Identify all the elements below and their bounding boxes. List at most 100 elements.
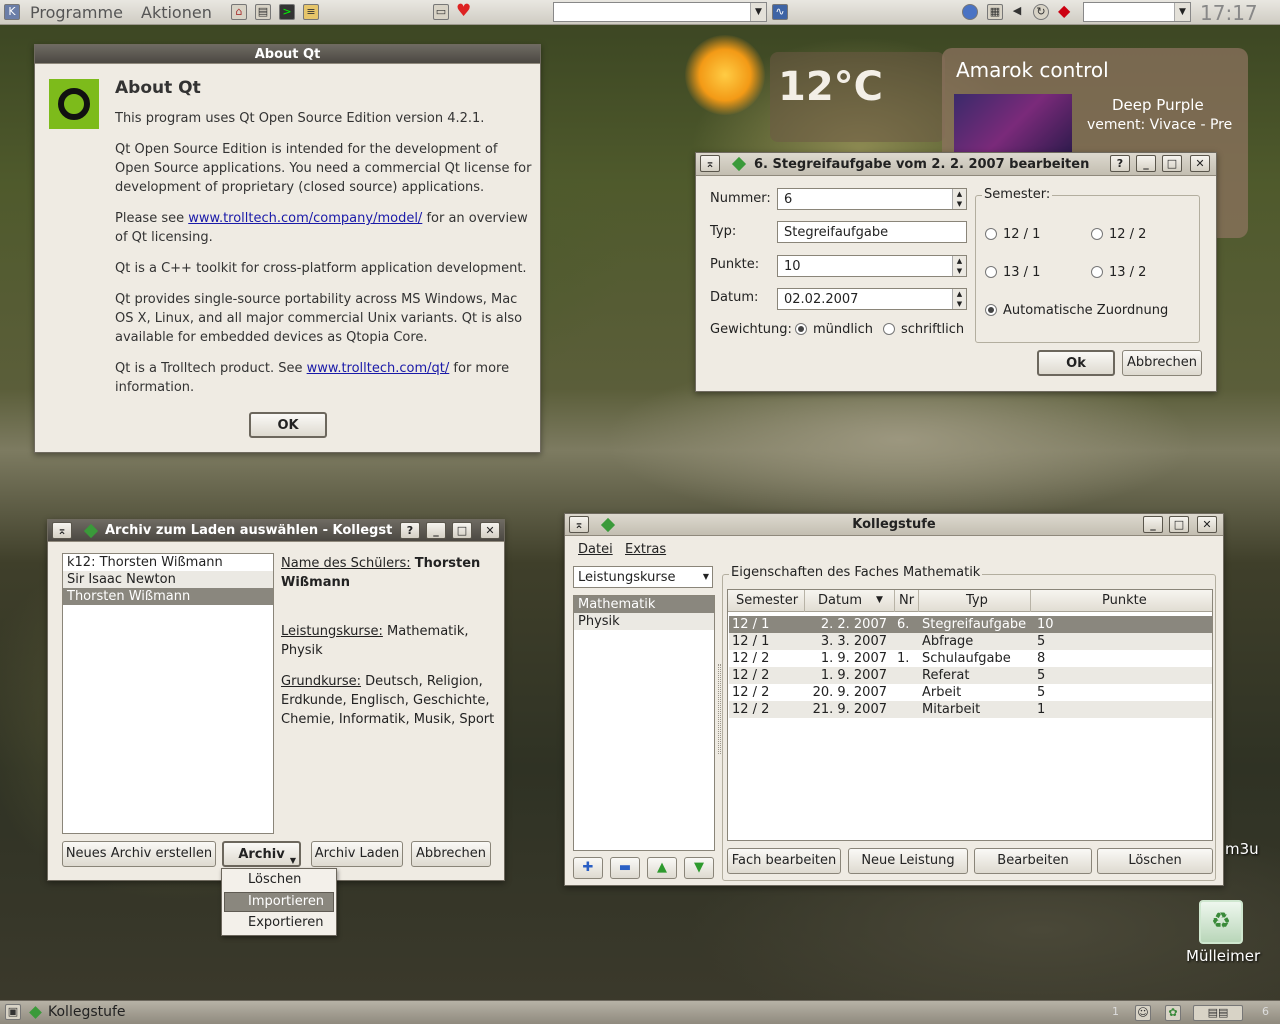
table-row[interactable]: 12 / 2 1. 9. 2007 1. Schulaufgabe 8 <box>729 650 1212 667</box>
clock[interactable]: 17:17 <box>1200 1 1258 25</box>
trash-label[interactable]: Mülleimer <box>1186 947 1260 965</box>
maximize-icon[interactable]: □ <box>452 522 472 539</box>
menu-item-importieren[interactable]: Importieren <box>248 894 324 909</box>
maximize-icon[interactable]: □ <box>1162 155 1182 172</box>
cancel-button[interactable]: Abbrechen <box>1122 350 1202 376</box>
delete-grade-button[interactable]: Löschen <box>1097 848 1213 874</box>
notes-icon[interactable]: ≡ <box>303 4 319 20</box>
col-datum[interactable]: Datum <box>818 593 862 608</box>
qt-link[interactable]: www.trolltech.com/qt/ <box>307 361 450 376</box>
close-icon[interactable]: ✕ <box>1197 516 1217 533</box>
ok-button[interactable]: OK <box>249 412 327 438</box>
move-up-button[interactable]: ▲ <box>647 857 677 879</box>
help-icon[interactable]: ? <box>400 522 420 539</box>
floppy-icon[interactable]: ▭ <box>433 4 449 20</box>
pin-icon[interactable]: ⌅ <box>52 522 72 539</box>
new-archive-button[interactable]: Neues Archiv erstellen <box>62 841 216 867</box>
pager-1[interactable]: 1 <box>1112 1005 1119 1018</box>
minimize-icon[interactable]: _ <box>1136 155 1156 172</box>
list-item[interactable]: k12: Thorsten Wißmann <box>63 554 273 571</box>
kmenu-icon[interactable]: K <box>4 4 20 20</box>
menu-datei[interactable]: Datei <box>578 542 613 557</box>
spin-arrows-icon[interactable]: ▲ ▼ <box>952 289 966 309</box>
clapper-icon[interactable]: ▤ <box>255 4 271 20</box>
minimize-icon[interactable]: _ <box>1143 516 1163 533</box>
edit-grade-button[interactable]: Bearbeiten <box>974 848 1092 874</box>
kollegstufe-titlebar[interactable]: ⌅ Kollegstufe _ □ ✕ <box>565 514 1223 536</box>
kopete-tray-icon[interactable]: ☺ <box>1135 1005 1151 1021</box>
pager-6[interactable]: 6 <box>1262 1005 1269 1018</box>
splitter-handle[interactable] <box>718 664 721 754</box>
cancel-button[interactable]: Abbrechen <box>411 841 491 867</box>
close-icon[interactable]: ✕ <box>480 522 500 539</box>
nummer-spinbox[interactable]: 6 ▲ ▼ <box>777 188 967 210</box>
new-grade-button[interactable]: Neue Leistung <box>848 848 968 874</box>
list-item[interactable]: Thorsten Wißmann <box>63 588 273 605</box>
table-row[interactable]: 12 / 1 3. 3. 2007 Abfrage 5 <box>729 633 1212 650</box>
about-qt-titlebar[interactable]: About Qt <box>35 45 540 64</box>
add-subject-button[interactable]: ✚ <box>573 857 603 879</box>
col-typ[interactable]: Typ <box>966 593 988 608</box>
radio-sem-122[interactable]: 12 / 2 <box>1091 227 1146 242</box>
menu-aktionen[interactable]: Aktionen <box>141 3 212 22</box>
network-icon[interactable]: ↻ <box>1033 4 1049 20</box>
spin-arrows-icon[interactable]: ▲ ▼ <box>952 189 966 209</box>
clipboard-icon[interactable]: ▦ <box>987 4 1003 20</box>
radio-sem-121[interactable]: 12 / 1 <box>985 227 1040 242</box>
subject-list[interactable]: Mathematik Physik <box>573 595 715 851</box>
edit-subject-button[interactable]: Fach bearbeiten <box>727 848 841 874</box>
kopete-icon[interactable] <box>962 4 978 20</box>
trash-icon[interactable]: ♻ <box>1199 900 1243 944</box>
punkte-spinbox[interactable]: 10 ▲ ▼ <box>777 255 967 277</box>
ruby-icon[interactable]: ◆ <box>1058 1 1070 20</box>
list-item[interactable]: Mathematik <box>574 596 714 613</box>
grades-table[interactable]: Semester Datum ▼ Nr Typ Punkte 12 / 1 2. … <box>727 589 1213 841</box>
edit-dialog-titlebar[interactable]: ⌅ 6. Stegreifaufgabe vom 2. 2. 2007 bear… <box>696 153 1216 176</box>
pager-icon[interactable]: ▤▤ <box>1193 1005 1243 1021</box>
move-down-button[interactable]: ▼ <box>684 857 714 879</box>
list-item[interactable]: Physik <box>574 613 714 630</box>
home-icon[interactable]: ⌂ <box>231 4 247 20</box>
col-punkte[interactable]: Punkte <box>1102 593 1147 608</box>
table-row[interactable]: 12 / 2 21. 9. 2007 Mitarbeit 1 <box>729 701 1212 718</box>
table-row[interactable]: 12 / 2 1. 9. 2007 Referat 5 <box>729 667 1212 684</box>
panel-combo-left[interactable]: ▼ <box>553 2 767 22</box>
desktop-m3u-label[interactable]: m3u <box>1225 840 1259 858</box>
archive-list[interactable]: k12: Thorsten Wißmann Sir Isaac Newton T… <box>62 553 274 834</box>
course-type-combo[interactable]: Leistungskurse ▼ <box>573 566 713 588</box>
close-icon[interactable]: ✕ <box>1190 155 1210 172</box>
volume-icon[interactable]: ◀ <box>1009 4 1025 20</box>
datum-field[interactable]: 02.02.2007 ▲ ▼ <box>777 288 967 310</box>
menu-programme[interactable]: Programme <box>30 3 123 22</box>
archive-titlebar[interactable]: ⌅ Archiv zum Laden auswählen - Kollegst … <box>48 520 504 542</box>
radio-auto[interactable]: Automatische Zuordnung <box>985 303 1168 318</box>
tray-app-icon[interactable]: ✿ <box>1165 1005 1181 1021</box>
pin-icon[interactable]: ⌅ <box>700 155 720 172</box>
ok-button[interactable]: Ok <box>1037 350 1115 376</box>
table-row[interactable]: 12 / 1 2. 2. 2007 6. Stegreifaufgabe 10 <box>729 616 1212 633</box>
menu-item-loeschen[interactable]: Löschen <box>248 872 301 887</box>
remove-subject-button[interactable]: ▬ <box>610 857 640 879</box>
load-archive-button[interactable]: Archiv Laden <box>311 841 403 867</box>
maximize-icon[interactable]: □ <box>1169 516 1189 533</box>
radio-sem-132[interactable]: 13 / 2 <box>1091 265 1146 280</box>
col-nr[interactable]: Nr <box>899 593 914 608</box>
radio-sem-131[interactable]: 13 / 1 <box>985 265 1040 280</box>
show-desktop-icon[interactable]: ▣ <box>5 1004 21 1020</box>
list-item[interactable]: Sir Isaac Newton <box>63 571 273 588</box>
terminal-icon[interactable]: > <box>279 4 295 20</box>
help-icon[interactable]: ? <box>1110 155 1130 172</box>
task-kollegstufe[interactable]: Kollegstufe <box>48 1004 126 1020</box>
table-row[interactable]: 12 / 2 20. 9. 2007 Arbeit 5 <box>729 684 1212 701</box>
spin-arrows-icon[interactable]: ▲ ▼ <box>952 256 966 276</box>
radio-schriftlich[interactable]: schriftlich <box>883 322 964 337</box>
minimize-icon[interactable]: _ <box>426 522 446 539</box>
typ-field[interactable]: Stegreifaufgabe <box>777 221 967 243</box>
heart-icon[interactable]: ♥ <box>456 1 471 21</box>
radio-muendlich[interactable]: mündlich <box>795 322 873 337</box>
sysmon-icon[interactable]: ∿ <box>772 4 788 20</box>
licensing-link[interactable]: www.trolltech.com/company/model/ <box>188 211 422 226</box>
archive-menu-button[interactable]: Archiv ▼ <box>222 841 301 867</box>
menu-item-exportieren[interactable]: Exportieren <box>248 915 323 930</box>
col-semester[interactable]: Semester <box>736 593 798 608</box>
